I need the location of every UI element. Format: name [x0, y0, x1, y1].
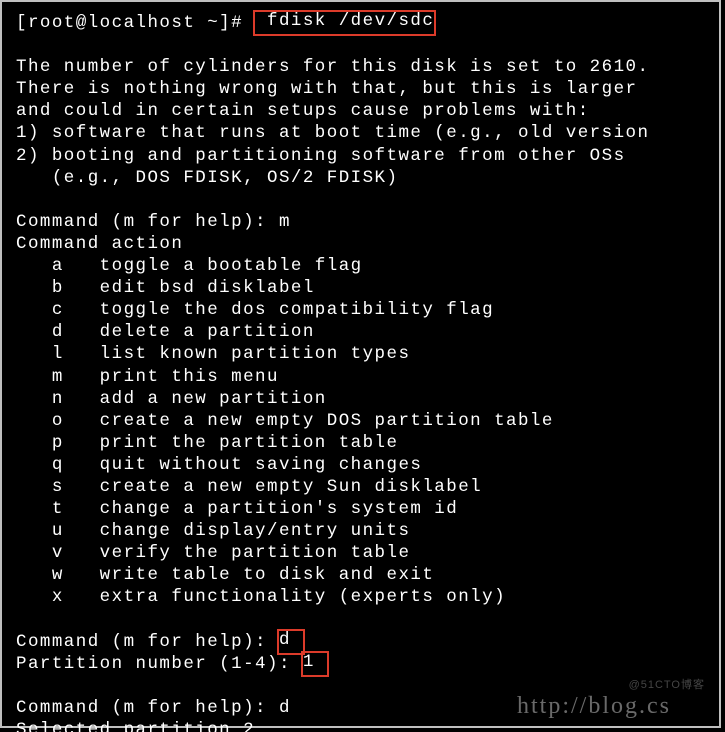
highlight-command: fdisk /dev/sdc — [253, 10, 436, 36]
action-line: o create a new empty DOS partition table — [16, 411, 554, 431]
output-line: Selected partition 2 — [16, 720, 255, 732]
command-prompt-label: Command (m for help): — [16, 632, 279, 652]
terminal-output[interactable]: [root@localhost ~]# fdisk /dev/sdc The n… — [2, 2, 719, 732]
action-line: l list known partition types — [16, 344, 410, 364]
command-prompt-line: Command (m for help): m — [16, 212, 291, 232]
action-line: p print the partition table — [16, 433, 398, 453]
action-line: q quit without saving changes — [16, 455, 422, 475]
action-line: s create a new empty Sun disklabel — [16, 477, 482, 497]
action-line: n add a new partition — [16, 389, 327, 409]
highlight-command-text: fdisk /dev/sdc — [267, 11, 434, 31]
highlight-input-d-text: d — [279, 630, 291, 650]
output-line: 2) booting and partitioning software fro… — [16, 146, 626, 166]
output-line: and could in certain setups cause proble… — [16, 101, 590, 121]
terminal-frame: [root@localhost ~]# fdisk /dev/sdc The n… — [0, 0, 721, 728]
command-action-header: Command action — [16, 234, 183, 254]
action-line: d delete a partition — [16, 322, 315, 342]
action-line: v verify the partition table — [16, 543, 410, 563]
action-line: w write table to disk and exit — [16, 565, 434, 585]
output-line: 1) software that runs at boot time (e.g.… — [16, 123, 649, 143]
action-line: t change a partition's system id — [16, 499, 458, 519]
highlight-input-1: 1 — [301, 651, 329, 677]
partition-number-label: Partition number (1-4): — [16, 654, 303, 674]
action-line: u change display/entry units — [16, 521, 410, 541]
action-line: m print this menu — [16, 367, 279, 387]
action-line: a toggle a bootable flag — [16, 256, 363, 276]
output-line: (e.g., DOS FDISK, OS/2 FDISK) — [16, 168, 398, 188]
shell-prompt: [root@localhost ~]# — [16, 13, 255, 33]
action-line: b edit bsd disklabel — [16, 278, 315, 298]
action-line: x extra functionality (experts only) — [16, 587, 506, 607]
output-line: The number of cylinders for this disk is… — [16, 57, 649, 77]
highlight-input-1-text: 1 — [303, 652, 315, 672]
output-line: There is nothing wrong with that, but th… — [16, 79, 638, 99]
action-line: c toggle the dos compatibility flag — [16, 300, 494, 320]
command-prompt-line: Command (m for help): d — [16, 698, 291, 718]
highlight-command-pad — [255, 11, 267, 31]
